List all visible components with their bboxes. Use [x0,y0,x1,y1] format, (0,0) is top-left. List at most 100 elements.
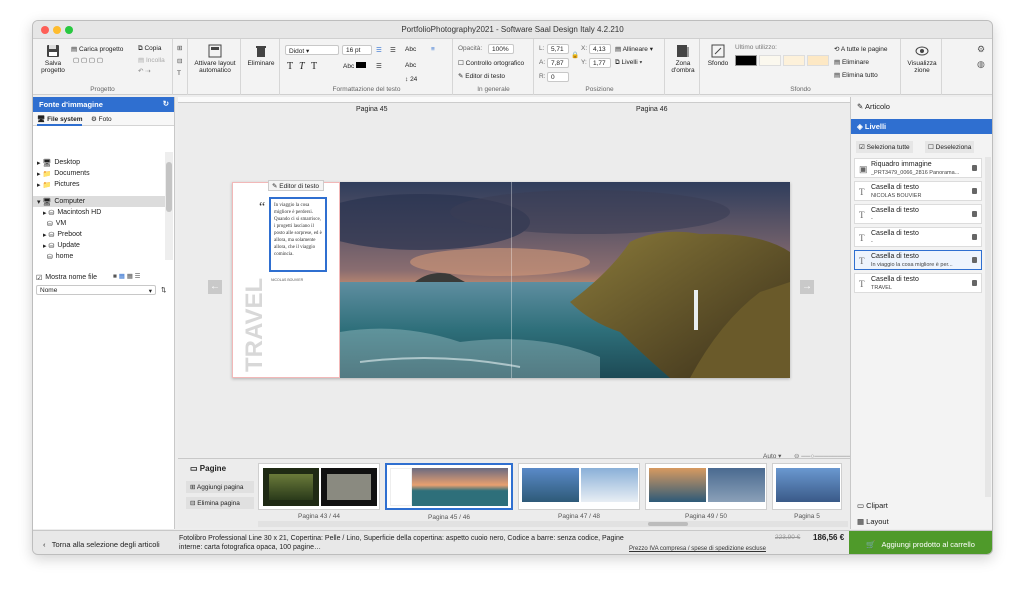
layer-text-empty-2[interactable]: T Casella di testo - [854,227,982,247]
sort-direction-icon[interactable]: ⇅ [161,286,166,294]
tree-scrollbar[interactable] [165,152,173,260]
article-tab[interactable]: ✎ Articolo [857,102,890,111]
text-style-icon[interactable]: Abc [405,46,416,53]
text-editor-button[interactable]: ✎ Editor di testo [458,72,505,80]
settings-gear-icon[interactable]: ⚙ [977,44,985,55]
lock-icon[interactable] [972,211,977,217]
sort-select[interactable]: Nome ▾ [36,285,156,295]
author-text[interactable]: NICOLAS BOUVIER [271,278,303,282]
deselect-button[interactable]: ☐ Deseleziona [925,141,975,153]
layer-image-frame[interactable]: ▣ Riquadro immagine _PRT3479_0066_2816 Pan… [854,158,982,178]
swatch-cream[interactable] [783,55,805,66]
view-button[interactable]: Visualizza zione [904,44,940,74]
spellcheck-checkbox[interactable]: ☐ Controllo ortografico [458,59,524,67]
swatch-peach[interactable] [807,55,829,66]
globe-icon[interactable]: ◍ [977,59,985,70]
leading-control[interactable]: ↕ 24 [405,76,417,83]
text-color-picker[interactable]: Abc [343,62,367,70]
lock-icon[interactable] [972,280,977,286]
tree-item-update[interactable]: ▸ ⛁ Update [43,240,80,251]
clipart-tab[interactable]: ▭ Clipart [857,501,888,510]
layer-text-author[interactable]: T Casella di testo NICOLAS BOUVIER [854,181,982,201]
tree-item-home[interactable]: ⛁ home [43,251,73,262]
view-mode-icons[interactable]: ■ ▦ ▦ ☰ [113,272,140,280]
font-size-select[interactable]: 16 pt [342,45,372,55]
delete-button[interactable]: Eliminare [244,44,278,67]
text-normal-icon[interactable]: T [287,61,293,72]
rotation-input[interactable]: 0 [547,72,569,82]
travel-vertical-text[interactable]: TRAVEL [241,278,269,372]
swatch-black[interactable] [735,55,757,66]
editing-canvas[interactable]: Pagina 45 Pagina 46 ← → TRAVEL ✎ Editor … [178,97,858,460]
add-to-cart-button[interactable]: 🛒 Aggiungi prodotto al carrello [849,531,992,554]
layers-scrollbar[interactable] [985,157,991,497]
shadow-button[interactable]: Zona d'ombra [668,44,698,74]
height-input[interactable]: 7,87 [547,58,569,68]
tree-item-vm[interactable]: ⛁ VM [43,218,66,229]
lock-icon[interactable] [972,234,977,240]
tree-item-computer[interactable]: ▾ 🖥 Computer [33,196,165,207]
insert-image-icon[interactable]: ⊞ [177,44,182,52]
thumbnail-pages-49-50[interactable]: Pagina 49 / 50 [645,463,767,520]
background-button[interactable]: Sfondo [705,44,731,67]
quote-text-box[interactable]: In viaggio la cosa migliore è perdersi. … [269,197,327,272]
add-page-button[interactable]: ⊞ Aggiungi pagina [186,481,254,493]
thumbnail-pages-51[interactable]: Pagina 5 [772,463,842,520]
delete-all-background-button[interactable]: ▤ Elimina tutto [834,71,878,79]
justify-icon[interactable]: ☰ [376,62,382,70]
page-spread[interactable]: TRAVEL ✎ Editor di testo “ In viaggio la… [232,180,790,378]
tab-photo[interactable]: ⚙ Foto [91,115,112,123]
italic-icon[interactable]: T [299,61,305,72]
delete-page-button[interactable]: ⊟ Elimina pagina [186,497,254,509]
next-page-arrow[interactable]: → [800,280,814,294]
previous-page-arrow[interactable]: ← [208,280,222,294]
apply-all-pages-button[interactable]: ⟲ A tutte le pagine [834,45,888,53]
auto-layout-button[interactable]: Attivare layout automatico [193,44,237,74]
tree-item-desktop[interactable]: ▸ 🖥 Desktop [37,157,80,168]
opacity-input[interactable]: 100% [488,44,514,54]
text-outline-icon[interactable]: T [311,61,317,72]
thumbnail-scrollbar[interactable] [258,521,848,527]
align-left-icon[interactable]: ☰ [376,46,382,54]
layer-text-travel[interactable]: T Casella di testo TRAVEL [854,273,982,293]
layout-tab[interactable]: ▦ Layout [857,517,889,526]
thumbnail-pages-47-48[interactable]: Pagina 47 / 48 [518,463,640,520]
align-dropdown[interactable]: ▤ Allineare ▾ [615,45,653,53]
valign-top-icon[interactable]: ≡ [431,46,435,53]
insert-text-icon[interactable]: ⊟ [177,57,182,65]
copy-button[interactable]: ⧉ Copia [138,45,161,53]
layer-text-empty-1[interactable]: T Casella di testo - [854,204,982,224]
refresh-icon[interactable]: ↻ [163,99,169,108]
tab-file-system[interactable]: 🖥 File system [37,115,83,126]
tree-item-documents[interactable]: ▸ 📁 Documents [37,168,90,179]
align-center-icon[interactable]: ☰ [390,46,396,54]
levels-dropdown[interactable]: ⧉ Livelli ▾ [615,59,642,67]
lock-icon[interactable] [972,257,977,263]
tree-item-pictures[interactable]: ▸ 📁 Pictures [37,179,79,190]
x-input[interactable]: 4,13 [589,44,611,54]
paste-button[interactable]: ▤ Incolla [138,56,165,64]
lock-icon[interactable] [972,165,977,171]
delete-background-button[interactable]: ▤ Eliminare [834,58,869,66]
levels-header[interactable]: ◈ Livelli [851,119,992,134]
font-select[interactable]: Didot ▾ [285,45,339,55]
price-note-link[interactable]: Prezzo IVA compresa / spese di spedizion… [629,546,766,552]
tree-item-preboot[interactable]: ▸ ⛁ Preboot [43,229,82,240]
tree-item-macintosh-hd[interactable]: ▸ ⛁ Macintosh HD [43,207,101,218]
undo-redo-icons[interactable]: ↶ ⇢ [138,67,151,75]
shadow-style-icon[interactable]: Abc [405,62,416,69]
file-icons[interactable]: ▢ ▢ ▢ ▢ [73,56,103,64]
width-input[interactable]: 5,71 [547,44,569,54]
swatch-ivory[interactable] [759,55,781,66]
text-editor-tooltip[interactable]: ✎ Editor di testo [268,180,324,191]
insert-clipart-icon[interactable]: T [177,70,181,77]
panorama-photo[interactable] [340,182,790,378]
y-input[interactable]: 1,77 [589,58,611,68]
lock-ratio-icon[interactable]: 🔒 [571,51,579,59]
lock-icon[interactable] [972,188,977,194]
load-project-button[interactable]: ▤ Carica progetto [71,45,123,53]
thumbnail-pages-43-44[interactable]: Pagina 43 / 44 [258,463,380,520]
back-to-articles-button[interactable]: ‹ Torna alla selezione degli articoli [43,540,160,549]
show-filenames-checkbox[interactable]: ☑ Mostra nome file [36,272,97,283]
save-project-button[interactable]: Salva progetto [39,44,67,74]
